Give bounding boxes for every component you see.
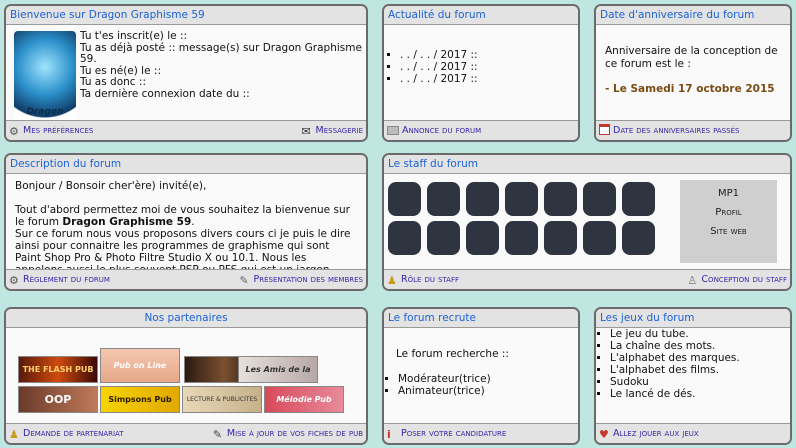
description-body: Sur ce forum nous vous proposons divers … (15, 228, 351, 270)
partners-panel: Nos partenaires THE FLASH PUB Pub on Lin… (4, 307, 368, 445)
forum-name: Dragon Graphisme 59 (62, 216, 192, 228)
user-info: Tu t'es inscrit(e) le :: Tu as déjà post… (80, 30, 364, 100)
partner-banner[interactable]: Mélodie Pub (264, 386, 344, 413)
staff-avatar[interactable] (466, 182, 499, 216)
anniversary-panel: Date d'anniversaire du forum Anniversair… (594, 4, 792, 142)
welcome-title: Bienvenue sur Dragon Graphisme 59 (6, 6, 366, 25)
member-presentation-link[interactable]: ✎ Présentation des membres (239, 270, 363, 289)
staff-website-link[interactable]: Site web (680, 226, 777, 237)
description-title: Description du forum (6, 155, 366, 174)
games-title: Les jeux du forum (596, 309, 790, 328)
anniversary-date: - Le Samedi 17 octobre 2015 (605, 83, 775, 95)
staff-title: Le staff du forum (384, 155, 790, 174)
partner-banner[interactable]: Simpsons Pub (100, 386, 180, 413)
staff-avatar[interactable] (466, 221, 499, 255)
user-info-line: Tu as donc :: (80, 76, 146, 88)
staff-avatar[interactable] (388, 182, 421, 216)
keyboard-icon (387, 126, 399, 135)
game-item[interactable]: L'alphabet des films. (610, 364, 790, 376)
partner-banner[interactable]: Les Amis de la pub (238, 356, 318, 383)
play-games-link[interactable]: ♥ Allez jouer aux jeux (599, 424, 699, 443)
staff-design-link[interactable]: ♙ Conception du staff (687, 270, 787, 289)
staff-info-box: MP1 Profil Site web (680, 180, 777, 263)
users-icon: ♟ (9, 428, 19, 441)
staff-avatar[interactable] (583, 182, 616, 216)
user-icon: ♙ (687, 274, 698, 287)
news-item: . . / . . / 2017 :: (400, 49, 578, 61)
messaging-link[interactable]: ✉ Messagerie (302, 121, 364, 140)
user-info-line: Ta dernière connexion date du :: (80, 87, 250, 100)
past-anniversaries-link[interactable]: Date des anniversaires passés (599, 121, 739, 140)
news-panel: Actualité du forum . . / . . / 2017 :: .… (382, 4, 580, 142)
staff-avatar[interactable] (427, 221, 460, 255)
calendar-icon (599, 124, 610, 135)
staff-mp-link[interactable]: MP1 (680, 188, 777, 199)
staff-avatar[interactable] (505, 182, 538, 216)
rules-link[interactable]: ⚙ Règlement du forum (9, 270, 110, 289)
game-item[interactable]: L'alphabet des marques. (610, 352, 790, 364)
recruit-list: Modérateur(trice) Animateur(trice) (384, 373, 491, 397)
game-item[interactable]: La chaîne des mots. (610, 340, 790, 352)
staff-avatar[interactable] (505, 221, 538, 255)
users-icon: ♟ (387, 274, 397, 287)
settings-icon: ⚙ (9, 274, 19, 287)
description-intro: Tout d'abord permettez moi de vous souha… (15, 204, 350, 228)
info-icon: i (387, 428, 391, 441)
avatar: Dragon (14, 31, 76, 121)
games-list: Le jeu du tube. La chaîne des mots. L'al… (596, 328, 790, 400)
partners-title: Nos partenaires (6, 309, 366, 328)
user-info-line: Tu as déjà posté :: message(s) sur Drago… (80, 41, 362, 65)
recruit-intro: Le forum recherche :: (396, 348, 509, 360)
partner-banner[interactable]: Pub on Line (100, 348, 180, 383)
description-panel: Description du forum Bonjour / Bonsoir c… (4, 153, 368, 291)
anniversary-title: Date d'anniversaire du forum (596, 6, 790, 25)
news-title: Actualité du forum (384, 6, 578, 25)
game-item[interactable]: Le jeu du tube. (610, 328, 790, 340)
envelope-icon: ✉ (301, 125, 311, 138)
preferences-link[interactable]: ⚙ Mes préférences (9, 121, 93, 140)
user-info-line: Tu t'es inscrit(e) le :: (80, 30, 188, 42)
recruit-title: Le forum recrute (384, 309, 578, 328)
partner-banner[interactable]: OOP (18, 386, 98, 413)
staff-avatar[interactable] (388, 221, 421, 255)
recruit-panel: Le forum recrute Le forum recherche :: M… (382, 307, 580, 445)
pen-icon: ✎ (239, 274, 249, 287)
staff-role-link[interactable]: ♟ Rôle du staff (387, 270, 459, 289)
pencil-icon: ✎ (212, 428, 223, 441)
cards-icon: ♥ (599, 428, 609, 441)
announcement-link[interactable]: Annonce du forum (387, 121, 481, 140)
news-item: . . / . . / 2017 :: (400, 73, 578, 85)
avatar-caption: Dragon (26, 107, 64, 117)
staff-avatar[interactable] (622, 182, 655, 216)
gear-icon: ⚙ (9, 125, 19, 138)
welcome-panel: Bienvenue sur Dragon Graphisme 59 Dragon… (4, 4, 368, 142)
news-list: . . / . . / 2017 :: . . / . . / 2017 :: … (386, 49, 578, 85)
game-item[interactable]: Le lancé de dés. (610, 388, 790, 400)
game-item[interactable]: Sudoku (610, 376, 790, 388)
staff-panel: Le staff du forum MP1 Profil Site web ♟ R… (382, 153, 792, 291)
partner-banner[interactable]: THE FLASH PUB (18, 356, 98, 383)
description-greeting: Bonjour / Bonsoir cher'ère) invité(e), (15, 180, 207, 192)
news-item: . . / . . / 2017 :: (400, 61, 578, 73)
staff-avatar[interactable] (544, 182, 577, 216)
partnership-request-link[interactable]: ♟ Demande de partenariat (9, 424, 124, 443)
anniversary-text: Anniversaire de la conception de ce foru… (605, 45, 778, 70)
recruit-item: Modérateur(trice) (398, 373, 491, 385)
partner-banner[interactable]: LECTURE & PUBLICITES (182, 386, 262, 413)
recruit-item: Animateur(trice) (398, 385, 491, 397)
apply-link[interactable]: i Poser votre candidature (387, 424, 506, 443)
staff-avatar[interactable] (622, 221, 655, 255)
games-panel: Les jeux du forum Le jeu du tube. La cha… (594, 307, 792, 445)
staff-avatar[interactable] (583, 221, 616, 255)
staff-avatar[interactable] (544, 221, 577, 255)
staff-profile-link[interactable]: Profil (680, 207, 777, 218)
update-ad-link[interactable]: ✎ Mise à jour de vos fiches de pub (213, 424, 363, 443)
staff-avatar[interactable] (427, 182, 460, 216)
